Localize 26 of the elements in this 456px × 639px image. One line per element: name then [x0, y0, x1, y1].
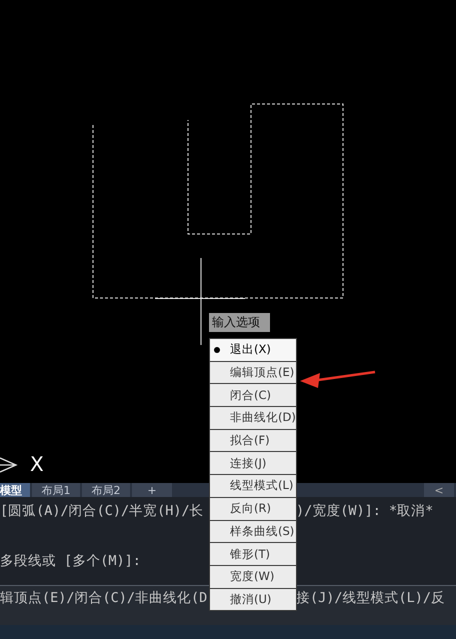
ucs-axis-icon	[0, 457, 18, 473]
layout-tab[interactable]: 布局1	[32, 483, 80, 497]
tooltip: 输入选项	[209, 313, 270, 332]
axis-label: X	[30, 452, 44, 476]
menu-item[interactable]: 宽度(W)	[210, 566, 296, 588]
command-text: 接(J)/线型模式(L)/反	[296, 589, 446, 607]
command-text: 多段线或 [多个(M)]:	[0, 552, 141, 570]
menu-item[interactable]: 连接(J)	[210, 452, 296, 474]
menu-item[interactable]: 反向(R)	[210, 498, 296, 520]
layout-tab[interactable]: 模型	[0, 483, 30, 497]
menu-item[interactable]: 闭合(C)	[210, 384, 296, 406]
command-text: [圆弧(A)/闭合(C)/半宽(H)/长	[0, 502, 205, 520]
command-text: )/宽度(W)]: *取消*	[296, 502, 434, 520]
menu-item[interactable]: 非曲线化(D)	[210, 407, 296, 429]
bullet-icon	[214, 346, 220, 353]
layout-tab[interactable]: 布局2	[82, 483, 130, 497]
menu-item[interactable]: 线型模式(L)	[210, 475, 296, 497]
menu-item[interactable]: 样条曲线(S)	[210, 520, 296, 542]
menu-item[interactable]: 编辑顶点(E)	[210, 362, 296, 384]
menu-item[interactable]: 撤消(U)	[210, 588, 296, 610]
command-text: 辑顶点(E)/闭合(C)/非曲线化(D	[0, 589, 208, 607]
scroll-button[interactable]: <	[424, 483, 454, 497]
layout-tab[interactable]: +	[132, 483, 172, 497]
menu-item[interactable]: 拟合(F)	[210, 430, 296, 452]
menu-item[interactable]: 锥形(T)	[210, 543, 296, 565]
menu-item[interactable]: 退出(X)	[210, 339, 296, 361]
